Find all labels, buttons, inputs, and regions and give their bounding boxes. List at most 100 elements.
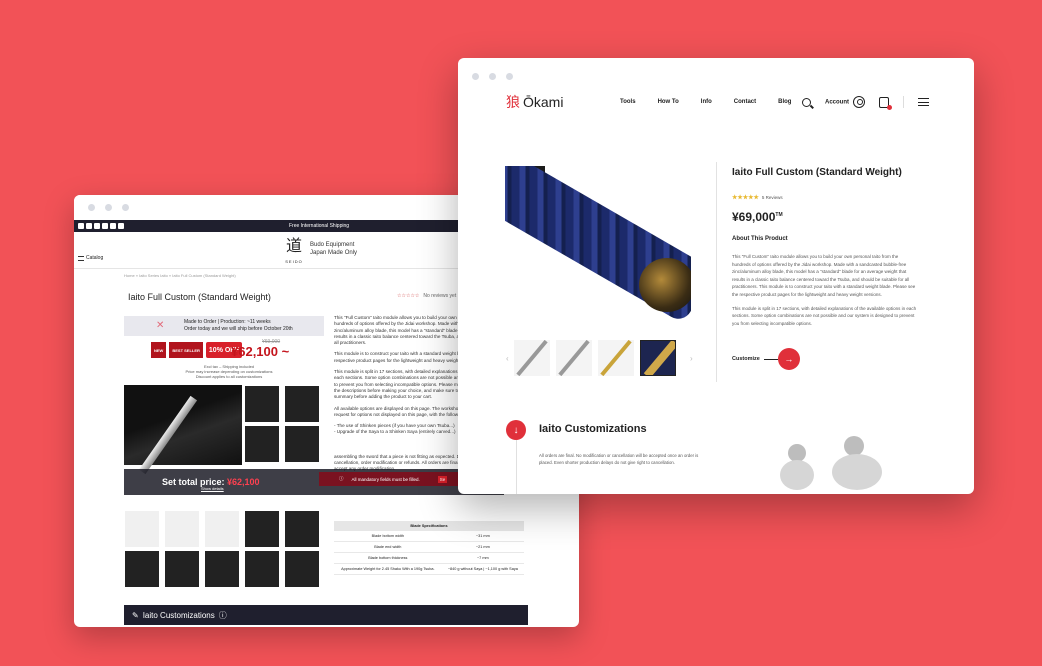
made-to-order-notice: ✕ Made to Order | Production: ~11 weeks … (124, 316, 324, 336)
gallery-thumb[interactable] (284, 510, 320, 548)
gallery-main-image[interactable] (124, 385, 242, 475)
rating[interactable]: ★★★★★ 5 Reviews (732, 194, 783, 201)
arrow-down-icon[interactable]: ↓ (506, 420, 526, 440)
window-dot[interactable] (105, 204, 112, 211)
info-icon: ⓘ (218, 610, 227, 620)
brand-kanji: 道 SEIDO (285, 236, 303, 265)
catalog-button[interactable]: Catalog (78, 255, 103, 261)
arrow-right-icon: → (777, 348, 800, 370)
okami-logo[interactable]: 狼 Ōkami (506, 92, 563, 112)
rating[interactable]: ☆☆☆☆☆ No reviews yet (397, 293, 456, 299)
brand-tagline: Budo Equipment Japan Made Only (310, 242, 358, 256)
front-browser-window: 狼 Ōkami Tools How To Info Contact Blog A… (458, 58, 974, 494)
arrow-line (763, 358, 778, 360)
new-badge: NEW (151, 342, 167, 358)
search-icon[interactable] (802, 97, 811, 107)
spec-header: Blade Specifications (334, 521, 524, 531)
gallery-thumb[interactable] (284, 550, 320, 588)
price: ¥69,000TM (732, 210, 783, 224)
section-heading: Iaito Customizations (539, 423, 647, 435)
gallery-thumb[interactable] (124, 550, 160, 588)
gallery-thumb[interactable] (284, 385, 320, 423)
product-thumb[interactable] (514, 340, 550, 376)
samurai-sketch-illustration (766, 434, 926, 490)
youtube-icon[interactable] (102, 223, 108, 229)
product-thumbnails (514, 340, 676, 376)
social-icons (74, 223, 124, 229)
pencil-icon: ✎ (132, 610, 139, 620)
nav-item-contact[interactable]: Contact (734, 99, 756, 105)
facebook-icon[interactable] (78, 223, 84, 229)
gallery-thumb[interactable] (284, 425, 320, 463)
product-thumb[interactable] (598, 340, 634, 376)
nav-actions: Account (802, 96, 929, 110)
wolf-kanji-icon: 狼 (506, 95, 520, 111)
account-link[interactable]: Account (825, 96, 865, 108)
star-icons: ★★★★★ (732, 195, 759, 201)
window-dot[interactable] (506, 72, 513, 80)
gallery-thumb[interactable] (204, 510, 240, 548)
blade-spec-table: Blade Specifications Blade bottom width ~… (334, 521, 524, 575)
main-nav: 狼 Ōkami Tools How To Info Contact Blog A… (458, 92, 974, 112)
flag-jp-icon[interactable] (110, 223, 116, 229)
gallery-thumb[interactable] (244, 425, 280, 463)
customize-button[interactable]: Customize → (732, 348, 800, 370)
gallery-thumb[interactable] (204, 550, 240, 588)
hamburger-menu-icon[interactable] (917, 98, 929, 106)
badges: NEW BEST SELLER 10% OFF (151, 342, 242, 358)
show-details-link[interactable]: Show details (201, 486, 224, 491)
window-dot[interactable] (472, 72, 479, 80)
price: ¥62,100 ~ (231, 344, 290, 359)
store-logo[interactable]: 道 SEIDO Budo Equipment Japan Made Only (284, 236, 358, 265)
about-text: This "Full Custom" Iaito module allows y… (732, 254, 917, 326)
price-notes: Excl tax – Shipping included Price may i… (185, 364, 273, 379)
gallery-thumb[interactable] (244, 510, 280, 548)
product-main-image[interactable] (505, 166, 691, 334)
gallery-thumb[interactable] (164, 510, 200, 548)
chevron-right-icon[interactable]: › (690, 354, 693, 363)
divider (902, 96, 904, 108)
section-text: All orders are final. No modification or… (539, 453, 699, 466)
about-heading: About This Product (732, 236, 788, 242)
table-row: Approximate Weight for 2.45 Shaku With a… (334, 563, 524, 575)
table-row: Blade bottom thickness ~7 mm (334, 552, 524, 564)
nav-item-blog[interactable]: Blog (778, 99, 791, 105)
cart-icon[interactable] (878, 96, 892, 110)
chevron-left-icon[interactable]: ‹ (506, 354, 509, 363)
window-dot[interactable] (489, 72, 496, 80)
divider (516, 440, 517, 494)
gallery-thumb[interactable] (124, 510, 160, 548)
twitter-icon[interactable] (86, 223, 92, 229)
shipping-banner: Free International Shipping (289, 223, 350, 229)
table-row: Blade bottom width ~31 mm (334, 531, 524, 542)
warning-button[interactable]: Se (437, 475, 448, 483)
window-dot[interactable] (88, 204, 95, 211)
gallery-thumb[interactable] (244, 550, 280, 588)
gallery-thumb[interactable] (244, 385, 280, 423)
product-title: Iaito Full Custom (Standard Weight) (732, 167, 902, 178)
product-thumb-active[interactable] (640, 340, 676, 376)
crossed-tools-icon: ✕ (156, 320, 165, 331)
table-row: Blade end width ~21 mm (334, 541, 524, 553)
reviews-count: 5 Reviews (761, 195, 783, 200)
star-icons: ☆☆☆☆☆ (397, 293, 420, 299)
menu-icon (78, 255, 84, 261)
divider (716, 162, 717, 382)
nav-menu: Tools How To Info Contact Blog (620, 99, 791, 105)
customizations-header[interactable]: ✎ Iaito Customizations ⓘ (124, 605, 528, 625)
nav-item-tools[interactable]: Tools (620, 99, 636, 105)
info-icon: ⓘ (339, 476, 344, 481)
window-dot[interactable] (122, 204, 129, 211)
window-chrome (458, 58, 974, 94)
product-title: Iaito Full Custom (Standard Weight) (128, 292, 271, 302)
flag-fr-icon[interactable] (118, 223, 124, 229)
nav-item-how-to[interactable]: How To (658, 99, 679, 105)
product-thumb[interactable] (556, 340, 592, 376)
best-seller-badge: BEST SELLER (169, 342, 203, 358)
instagram-icon[interactable] (94, 223, 100, 229)
gallery-thumb[interactable] (164, 550, 200, 588)
nav-item-info[interactable]: Info (701, 99, 712, 105)
cart-badge (886, 104, 892, 110)
user-icon (852, 96, 865, 108)
reviews-count: No reviews yet (423, 293, 457, 299)
